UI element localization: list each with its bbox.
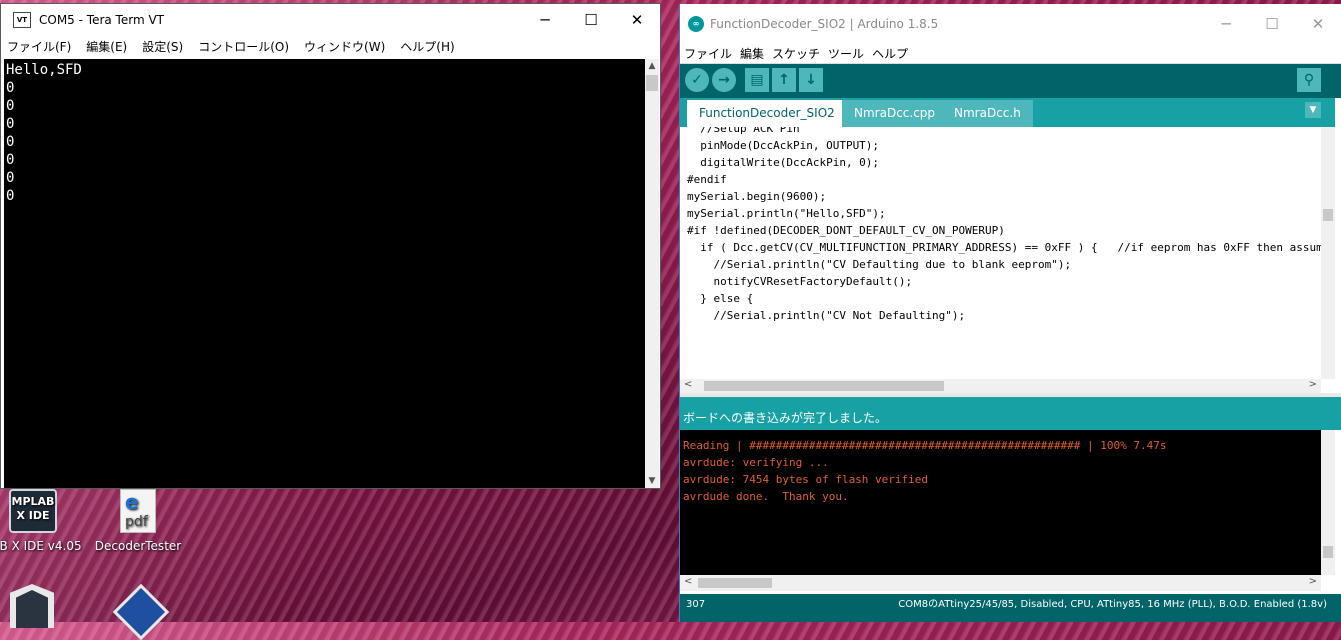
- code-line: #endif: [687, 173, 727, 186]
- tab-nmradcc-cpp[interactable]: NmraDcc.cpp: [842, 100, 948, 127]
- scroll-right-arrow-icon[interactable]: >: [1309, 379, 1317, 390]
- close-button[interactable]: ✕: [1295, 8, 1341, 40]
- close-button[interactable]: ✕: [614, 4, 660, 36]
- minimize-button[interactable]: ─: [1203, 8, 1249, 40]
- board-info: COM8のATtiny25/45/85, Disabled, CPU, ATti…: [898, 599, 1327, 610]
- code-editor[interactable]: //Setup ACK Pin pinMode(DccAckPin, OUTPU…: [680, 127, 1328, 379]
- teraterm-titlebar[interactable]: VT COM5 - Tera Term VT ─ ☐ ✕: [1, 4, 660, 36]
- scroll-left-arrow-icon[interactable]: <: [684, 379, 692, 390]
- terminal-line: 0: [6, 80, 15, 96]
- maximize-button[interactable]: ☐: [568, 4, 614, 36]
- arduino-toolbar: ✓ → ▤ ↑ ↓ ⚲: [680, 64, 1341, 98]
- tab-menu-icon[interactable]: ▼: [1305, 102, 1321, 118]
- terminal-line: Hello,SFD: [6, 62, 82, 78]
- window-title: COM5 - Tera Term VT: [39, 13, 164, 27]
- code-line: mySerial.println("Hello,SFD");: [687, 207, 886, 220]
- scrollbar-thumb[interactable]: [646, 75, 658, 91]
- editor-vertical-scrollbar[interactable]: [1321, 127, 1335, 379]
- code-line: //Setup ACK Pin: [687, 127, 800, 135]
- scrollbar-thumb[interactable]: [704, 381, 944, 391]
- console-horizontal-scrollbar[interactable]: < >: [680, 575, 1321, 591]
- menu-window[interactable]: ウィンドウ(W): [304, 38, 385, 55]
- scroll-up-arrow-icon[interactable]: ▲: [645, 59, 659, 73]
- terminal-vertical-scrollbar[interactable]: ▲ ▼: [645, 59, 659, 488]
- scroll-left-arrow-icon[interactable]: <: [684, 576, 692, 587]
- console-line: Reading | ##############################…: [683, 439, 1167, 452]
- minimize-button[interactable]: ─: [522, 4, 568, 36]
- menu-setup[interactable]: 設定(S): [142, 38, 183, 55]
- menu-tools[interactable]: ツール: [828, 45, 864, 62]
- arduino-titlebar[interactable]: ∞ FunctionDecoder_SIO2 | Arduino 1.8.5 ─…: [680, 4, 1341, 44]
- code-line: notifyCVResetFactoryDefault();: [687, 275, 913, 288]
- editor-horizontal-scrollbar[interactable]: < >: [680, 379, 1321, 393]
- new-sketch-button[interactable]: ▤: [745, 68, 769, 92]
- scrollbar-thumb[interactable]: [1323, 209, 1333, 221]
- shield-app-icon[interactable]: [10, 584, 54, 628]
- teraterm-window: VT COM5 - Tera Term VT ─ ☐ ✕ ファイル(F) 編集(…: [0, 3, 661, 489]
- pdf-badge: pdf: [125, 514, 148, 530]
- code-line: digitalWrite(DccAckPin, 0);: [687, 156, 880, 169]
- console-line: avrdude done. Thank you.: [683, 490, 849, 503]
- code-line: #if !defined(DECODER_DONT_DEFAULT_CV_ON_…: [687, 224, 1005, 237]
- tab-nmradcc-h[interactable]: NmraDcc.h: [942, 100, 1033, 127]
- console-output[interactable]: Reading | ##############################…: [680, 430, 1321, 575]
- terminal-line: 0: [6, 152, 15, 168]
- code-line: } else {: [687, 292, 754, 305]
- open-sketch-button[interactable]: ↑: [772, 68, 796, 92]
- console-line: avrdude: verifying ...: [683, 456, 829, 469]
- desktop-icon-decodertester[interactable]: e pdf DecoderTester: [83, 489, 193, 553]
- arduino-window: ∞ FunctionDecoder_SIO2 | Arduino 1.8.5 ─…: [679, 4, 1341, 622]
- teraterm-menubar: ファイル(F) 編集(E) 設定(S) コントロール(O) ウィンドウ(W) ヘ…: [1, 36, 660, 56]
- window-title: FunctionDecoder_SIO2 | Arduino 1.8.5: [710, 17, 939, 31]
- maximize-button[interactable]: ☐: [1249, 8, 1295, 40]
- line-number: 307: [686, 599, 706, 610]
- desktop-icon-label: LAB X IDE v4.05: [0, 539, 82, 553]
- desktop-icon-label: DecoderTester: [94, 539, 182, 553]
- mplab-badge-line-2: X IDE: [16, 509, 50, 522]
- arduino-menubar: ファイル 編集 スケッチ ツール ヘルプ: [680, 44, 1341, 64]
- code-line: mySerial.begin(9600);: [687, 190, 827, 203]
- code-line: pinMode(DccAckPin, OUTPUT);: [687, 139, 880, 152]
- mplab-x-ide-icon: MPLAB X IDE: [9, 489, 57, 533]
- code-line: //Serial.println("CV Not Defaulting");: [687, 309, 966, 322]
- pdf-document-icon: e pdf: [120, 489, 156, 533]
- tab-functiondecoder-sio2[interactable]: FunctionDecoder_SIO2: [687, 100, 847, 127]
- arduino-logo-icon: ∞: [688, 16, 704, 32]
- diamond-app-icon[interactable]: [112, 583, 170, 640]
- terminal-line: 0: [6, 134, 15, 150]
- console-vertical-scrollbar[interactable]: [1321, 430, 1335, 575]
- terminal-line: 0: [6, 116, 15, 132]
- menu-sketch[interactable]: スケッチ: [772, 45, 820, 62]
- terminal-line: 0: [6, 170, 15, 186]
- terminal-line: 0: [6, 98, 15, 114]
- status-message: ボードへの書き込みが完了しました。: [680, 397, 1341, 430]
- scroll-down-arrow-icon[interactable]: ▼: [645, 474, 659, 488]
- mplab-badge-line-1: MPLAB: [11, 495, 55, 508]
- sketch-tabs: FunctionDecoder_SIO2 NmraDcc.cpp NmraDcc…: [680, 98, 1335, 127]
- scrollbar-thumb[interactable]: [698, 578, 772, 588]
- verify-button[interactable]: ✓: [685, 68, 709, 92]
- scroll-right-arrow-icon[interactable]: >: [1309, 576, 1317, 587]
- serial-monitor-button[interactable]: ⚲: [1297, 68, 1321, 92]
- code-line: if ( Dcc.getCV(CV_MULTIFUNCTION_PRIMARY_…: [687, 241, 1328, 254]
- terminal-line: 0: [6, 188, 15, 204]
- console-line: avrdude: 7454 bytes of flash verified: [683, 473, 929, 486]
- arduino-footer: 307 COM8のATtiny25/45/85, Disabled, CPU, …: [680, 594, 1341, 622]
- scrollbar-thumb[interactable]: [1323, 546, 1333, 558]
- edge-glyph: e: [125, 490, 139, 514]
- menu-help[interactable]: ヘルプ: [872, 45, 908, 62]
- save-sketch-button[interactable]: ↓: [799, 68, 823, 92]
- menu-file[interactable]: ファイル: [684, 45, 732, 62]
- menu-help[interactable]: ヘルプ(H): [400, 38, 454, 55]
- menu-file[interactable]: ファイル(F): [7, 38, 71, 55]
- teraterm-app-icon: VT: [13, 12, 31, 28]
- menu-control[interactable]: コントロール(O): [198, 38, 289, 55]
- menu-edit[interactable]: 編集(E): [86, 38, 127, 55]
- desktop-icon-mplab[interactable]: MPLAB X IDE LAB X IDE v4.05: [0, 489, 88, 553]
- menu-edit[interactable]: 編集: [740, 45, 764, 62]
- terminal-output[interactable]: Hello,SFD 0 0 0 0 0 0 0: [4, 59, 645, 488]
- upload-button[interactable]: →: [712, 68, 736, 92]
- code-line: //Serial.println("CV Defaulting due to b…: [687, 258, 1072, 271]
